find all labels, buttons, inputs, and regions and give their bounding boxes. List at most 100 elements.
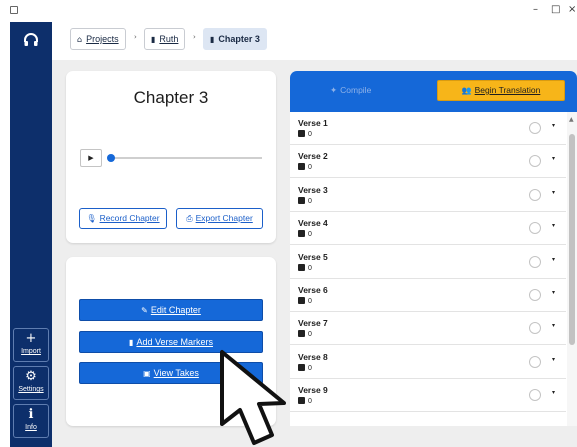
playback-slider-track[interactable] — [110, 157, 262, 159]
verse-row[interactable]: Verse 2 0 ▾ — [290, 145, 566, 179]
verse-take-count-value: 0 — [308, 131, 312, 138]
verse-row[interactable]: Verse 3 0 ▾ — [290, 178, 566, 212]
compile-icon: ✦ — [330, 86, 338, 96]
verse-take-count: 0 — [298, 330, 312, 338]
nav-rail: + Import ⚙ Settings ℹ Info — [10, 22, 52, 447]
title-bar: – □ × — [0, 0, 577, 22]
chevron-down-icon[interactable]: ▾ — [552, 189, 555, 196]
verse-take-count: 0 — [298, 297, 312, 305]
breadcrumb: ⌂ Projects › ▮ Ruth › ▮ Chapter 3 — [52, 22, 577, 60]
verse-name: Verse 3 — [298, 184, 328, 195]
info-button[interactable]: ℹ Info — [13, 404, 49, 438]
verse-name: Verse 5 — [298, 251, 328, 262]
breadcrumb-ruth[interactable]: ▮ Ruth — [144, 28, 186, 50]
takes-icon: ▣ — [143, 369, 151, 378]
chapter-card: Chapter 3 ▶ 🎙 Record Chapter ⎙ Export Chap… — [66, 71, 276, 243]
add-verse-markers-label: Add Verse Markers — [136, 337, 213, 347]
bookmark-icon: ▮ — [129, 338, 134, 347]
chevron-down-icon[interactable]: ▾ — [552, 289, 555, 296]
verse-row[interactable]: Verse 5 0 ▾ — [290, 245, 566, 279]
begin-translation-button[interactable]: 👥 Begin Translation — [437, 80, 565, 101]
chevron-down-icon[interactable]: ▾ — [552, 222, 555, 229]
verse-row[interactable]: Verse 1 0 ▾ — [290, 112, 566, 145]
breadcrumb-projects[interactable]: ⌂ Projects — [70, 28, 126, 50]
document-icon: ⎙ — [186, 214, 193, 223]
minimize-button[interactable]: – — [533, 4, 538, 16]
verse-take-count: 0 — [298, 130, 312, 138]
chevron-down-icon[interactable]: ▾ — [552, 122, 555, 129]
verse-row[interactable]: Verse 6 0 ▾ — [290, 279, 566, 312]
export-chapter-button[interactable]: ⎙ Export Chapter — [176, 208, 263, 229]
verse-name: Verse 2 — [298, 151, 328, 162]
verse-take-count: 0 — [298, 196, 312, 205]
chevron-down-icon[interactable]: ▾ — [552, 356, 555, 363]
verse-take-count-value: 0 — [308, 264, 312, 272]
verse-take-count-value: 0 — [308, 298, 312, 305]
info-label: Info — [25, 424, 37, 431]
headphones-icon[interactable] — [10, 28, 52, 52]
microphone-icon: 🎙 — [86, 214, 97, 223]
play-button[interactable]: ▶ — [80, 149, 102, 167]
compile-button[interactable]: ✦ Compile — [330, 85, 371, 96]
verse-select-radio[interactable] — [529, 188, 541, 201]
settings-button[interactable]: ⚙ Settings — [13, 366, 49, 400]
takes-icon — [298, 230, 305, 238]
chevron-down-icon[interactable]: ▾ — [552, 256, 555, 263]
verse-take-count-value: 0 — [308, 331, 312, 339]
verse-take-count-value: 0 — [308, 231, 312, 239]
takes-icon — [298, 163, 305, 171]
takes-icon — [298, 297, 305, 304]
chapter-icon: ▮ — [210, 35, 215, 44]
breadcrumb-label: Chapter 3 — [218, 34, 260, 44]
verse-select-radio[interactable] — [529, 222, 541, 235]
scroll-up-arrow-icon[interactable]: ▲ — [569, 116, 574, 123]
edit-chapter-button[interactable]: ✎ Edit Chapter — [79, 299, 263, 321]
verse-row[interactable]: Verse 9 0 ▾ — [290, 379, 566, 413]
takes-icon — [298, 330, 305, 338]
book-icon: ▮ — [151, 35, 156, 44]
plus-icon: + — [25, 331, 37, 346]
breadcrumb-label: Ruth — [159, 34, 179, 44]
import-label: Import — [21, 348, 41, 355]
verse-select-radio[interactable] — [529, 155, 541, 168]
gear-icon: ⚙ — [25, 369, 37, 384]
takes-icon — [298, 263, 305, 271]
verse-panel-header: ✦ Compile 👥 Begin Translation — [290, 71, 577, 112]
breadcrumb-label: Projects — [86, 34, 119, 44]
pencil-icon: ✎ — [141, 306, 148, 315]
verse-select-radio[interactable] — [529, 255, 541, 268]
breadcrumb-chapter-3: ▮ Chapter 3 — [203, 28, 267, 50]
takes-icon — [298, 130, 305, 137]
verse-row[interactable]: Verse 8 0 ▾ — [290, 345, 566, 379]
verse-row[interactable]: Verse 7 0 ▾ — [290, 312, 566, 346]
import-button[interactable]: + Import — [13, 328, 49, 362]
chevron-down-icon[interactable]: ▾ — [552, 389, 555, 396]
verse-select-radio[interactable] — [529, 122, 541, 134]
app-window: – □ × + Import ⚙ Settings ℹ Info ⌂Proje — [0, 0, 577, 447]
compile-label: Compile — [340, 85, 372, 95]
verse-take-count: 0 — [298, 163, 312, 171]
verse-take-count-value: 0 — [308, 197, 312, 205]
verse-select-radio[interactable] — [529, 322, 541, 335]
verse-name: Verse 1 — [298, 118, 328, 128]
scrollbar-thumb[interactable] — [569, 134, 575, 345]
playback-slider-thumb[interactable] — [107, 154, 115, 162]
verse-select-radio[interactable] — [529, 389, 541, 402]
chevron-down-icon[interactable]: ▾ — [552, 155, 555, 162]
verse-select-radio[interactable] — [529, 289, 541, 301]
verse-panel: ✦ Compile 👥 Begin Translation Verse 1 0 ▾ Ver… — [290, 71, 577, 426]
view-takes-label: View Takes — [153, 368, 199, 378]
settings-label: Settings — [18, 386, 44, 393]
verse-take-count: 0 — [298, 230, 312, 238]
breadcrumb-separator: › — [193, 33, 196, 41]
record-chapter-button[interactable]: 🎙 Record Chapter — [79, 208, 167, 229]
verse-take-count-value: 0 — [308, 164, 312, 172]
maximize-button[interactable]: □ — [551, 4, 560, 16]
verse-select-radio[interactable] — [529, 355, 541, 368]
close-button[interactable]: × — [568, 4, 576, 16]
takes-icon — [298, 196, 305, 204]
verse-row[interactable]: Verse 4 0 ▾ — [290, 212, 566, 246]
people-icon: 👥 — [461, 86, 472, 95]
chevron-down-icon[interactable]: ▾ — [552, 322, 555, 329]
mouse-pointer-icon — [220, 350, 286, 445]
